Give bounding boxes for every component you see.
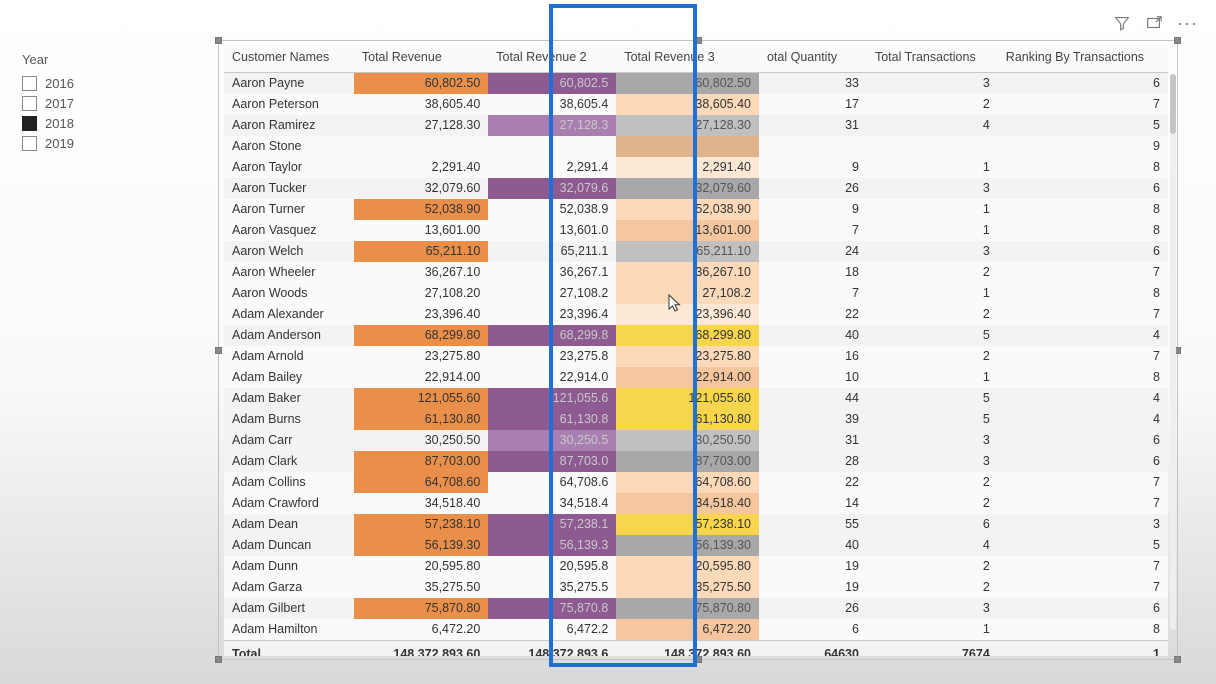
column-header[interactable]: Total Transactions xyxy=(867,44,998,73)
filter-icon[interactable] xyxy=(1113,14,1131,32)
table-row[interactable]: Adam Baker121,055.60121,055.6121,055.604… xyxy=(224,388,1168,409)
table-row[interactable]: Adam Alexander23,396.4023,396.423,396.40… xyxy=(224,304,1168,325)
resize-handle[interactable] xyxy=(215,347,222,354)
checkbox-icon[interactable] xyxy=(22,136,37,151)
table-row[interactable]: Adam Bailey22,914.0022,914.022,914.00101… xyxy=(224,367,1168,388)
slicer-item-2017[interactable]: 2017 xyxy=(22,93,172,113)
resize-handle[interactable] xyxy=(1174,37,1181,44)
slicer-item-label: 2018 xyxy=(45,116,74,131)
vertical-scrollbar[interactable] xyxy=(1170,74,1176,630)
table-row[interactable]: Aaron Peterson38,605.4038,605.438,605.40… xyxy=(224,94,1168,115)
table-row[interactable]: Aaron Vasquez13,601.0013,601.013,601.007… xyxy=(224,220,1168,241)
slicer-item-label: 2017 xyxy=(45,96,74,111)
slicer-item-label: 2016 xyxy=(45,76,74,91)
resize-handle[interactable] xyxy=(695,37,702,44)
table-row[interactable]: Adam Carr30,250.5030,250.530,250.503136 xyxy=(224,430,1168,451)
resize-handle[interactable] xyxy=(215,37,222,44)
slicer-item-2019[interactable]: 2019 xyxy=(22,133,172,153)
resize-handle[interactable] xyxy=(215,656,222,663)
slicer-item-2018[interactable]: 2018 xyxy=(22,113,172,133)
column-header[interactable]: Total Revenue 3 xyxy=(616,44,759,73)
more-options-icon[interactable]: ··· xyxy=(1177,16,1198,30)
table-row[interactable]: Adam Dean57,238.1057,238.157,238.105563 xyxy=(224,514,1168,535)
table-row[interactable]: Aaron Stone9 xyxy=(224,136,1168,157)
focus-mode-icon[interactable] xyxy=(1145,14,1163,32)
table-row[interactable]: Adam Burns61,130.8061,130.861,130.803954 xyxy=(224,409,1168,430)
column-header[interactable]: Ranking By Transactions xyxy=(998,44,1168,73)
resize-handle[interactable] xyxy=(1174,656,1181,663)
checkbox-icon[interactable] xyxy=(22,76,37,91)
table-row[interactable]: Adam Arnold23,275.8023,275.823,275.80162… xyxy=(224,346,1168,367)
scrollbar-thumb[interactable] xyxy=(1170,74,1176,134)
column-header[interactable]: Customer Names xyxy=(224,44,354,73)
table-row[interactable]: Aaron Turner52,038.9052,038.952,038.9091… xyxy=(224,199,1168,220)
checkbox-icon[interactable] xyxy=(22,96,37,111)
table-row[interactable]: Adam Duncan56,139.3056,139.356,139.30404… xyxy=(224,535,1168,556)
slicer-item-2016[interactable]: 2016 xyxy=(22,73,172,93)
slicer-item-label: 2019 xyxy=(45,136,74,151)
table-row[interactable]: Aaron Payne60,802.5060,802.560,802.50333… xyxy=(224,73,1168,95)
matrix-table: Customer NamesTotal RevenueTotal Revenue… xyxy=(224,44,1168,656)
table-row[interactable]: Aaron Woods27,108.2027,108.227,108.2718 xyxy=(224,283,1168,304)
resize-handle[interactable] xyxy=(695,656,702,663)
table-row[interactable]: Adam Collins64,708.6064,708.664,708.6022… xyxy=(224,472,1168,493)
table-row[interactable]: Adam Clark87,703.0087,703.087,703.002836 xyxy=(224,451,1168,472)
visual-toolbar: ··· xyxy=(1113,14,1198,32)
table-row[interactable]: Aaron Wheeler36,267.1036,267.136,267.101… xyxy=(224,262,1168,283)
table-row[interactable]: Aaron Welch65,211.1065,211.165,211.10243… xyxy=(224,241,1168,262)
table-row[interactable]: Aaron Taylor2,291.402,291.42,291.40918 xyxy=(224,157,1168,178)
table-row[interactable]: Adam Crawford34,518.4034,518.434,518.401… xyxy=(224,493,1168,514)
table-row[interactable]: Aaron Ramirez27,128.3027,128.327,128.303… xyxy=(224,115,1168,136)
column-header[interactable]: Total Revenue xyxy=(354,44,488,73)
matrix-visual[interactable]: Customer NamesTotal RevenueTotal Revenue… xyxy=(218,40,1178,660)
slicer-title: Year xyxy=(22,52,172,67)
table-total-row: Total148,372,893.60148,372,893.6148,372,… xyxy=(224,641,1168,657)
table-row[interactable]: Adam Dunn20,595.8020,595.820,595.801927 xyxy=(224,556,1168,577)
column-header[interactable]: otal Quantity xyxy=(759,44,867,73)
table-row[interactable]: Adam Anderson68,299.8068,299.868,299.804… xyxy=(224,325,1168,346)
checkbox-icon[interactable] xyxy=(22,116,37,131)
table-row[interactable]: Aaron Tucker32,079.6032,079.632,079.6026… xyxy=(224,178,1168,199)
slicer-year: Year 2016 2017 2018 2019 xyxy=(22,52,172,153)
table-row[interactable]: Adam Gilbert75,870.8075,870.875,870.8026… xyxy=(224,598,1168,619)
column-header[interactable]: Total Revenue 2 xyxy=(488,44,616,73)
table-row[interactable]: Adam Garza35,275.5035,275.535,275.501927 xyxy=(224,577,1168,598)
table-row[interactable]: Adam Hamilton6,472.206,472.26,472.20618 xyxy=(224,619,1168,641)
